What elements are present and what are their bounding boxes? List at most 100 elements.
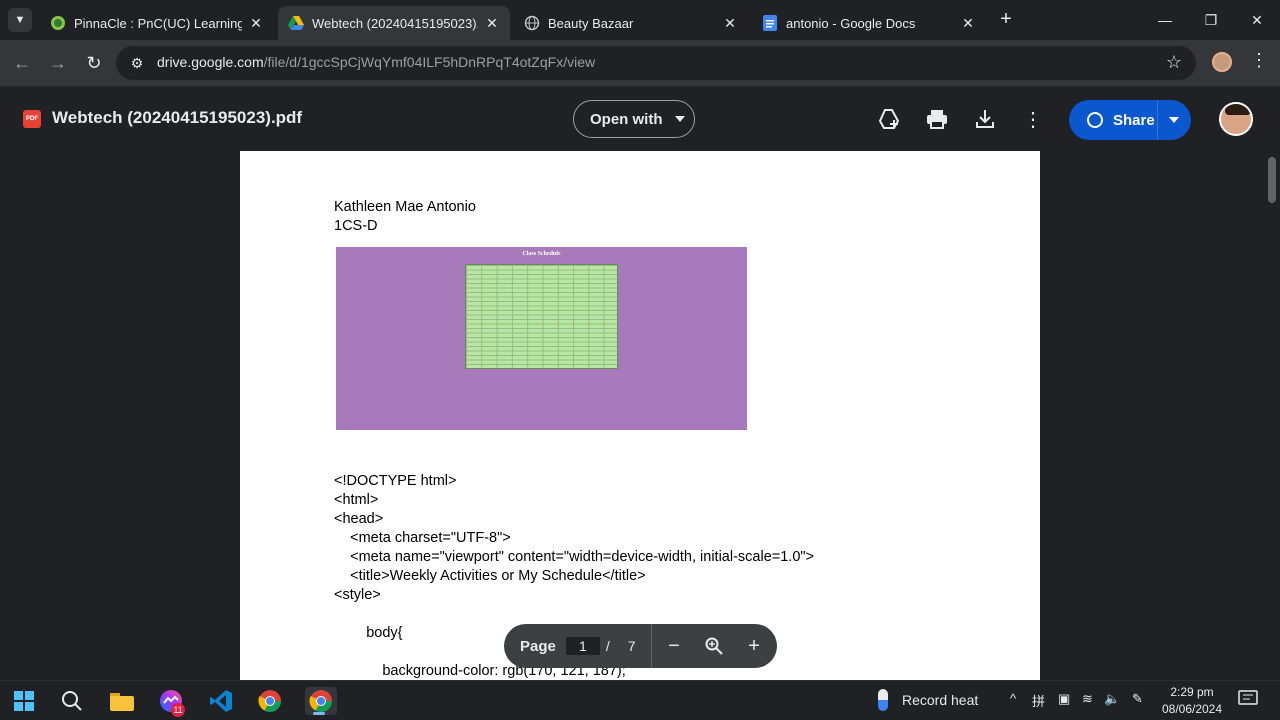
drive-icon — [288, 15, 304, 31]
page-number-input[interactable]: 1 — [565, 637, 600, 655]
site-settings-icon[interactable]: ⚙ — [128, 54, 146, 72]
zoom-out-icon[interactable]: − — [663, 635, 685, 657]
page-total: 7 — [627, 638, 636, 654]
forward-button[interactable]: → — [45, 50, 71, 76]
close-icon[interactable]: ✕ — [484, 15, 500, 31]
notification-icon[interactable] — [1238, 690, 1260, 712]
code-line: <!DOCTYPE html> — [334, 473, 457, 489]
clock-date: 08/06/2024 — [1161, 702, 1223, 716]
search-button[interactable] — [58, 687, 86, 715]
search-icon — [62, 691, 82, 711]
more-options-icon[interactable]: ⋮ — [1020, 106, 1046, 132]
share-label: Share — [1113, 111, 1155, 129]
bookmark-star-icon[interactable]: ☆ — [1166, 52, 1182, 73]
caret-down-icon — [674, 116, 685, 122]
windows-logo-icon — [14, 691, 34, 711]
share-button[interactable]: Share — [1069, 100, 1191, 140]
zoom-fit-icon[interactable] — [703, 635, 725, 657]
code-line: <meta charset="UTF-8"> — [334, 530, 511, 546]
print-icon[interactable] — [924, 106, 950, 132]
page-controls: Page 1 / 7 − + — [504, 624, 777, 668]
tab-search-button[interactable]: ▼ — [8, 8, 32, 32]
volume-icon[interactable]: 🔈 — [1104, 691, 1120, 707]
file-explorer-button[interactable] — [108, 687, 136, 715]
tab-title: PinnaCle : PnC(UC) Learning Ma — [74, 15, 242, 31]
folder-icon — [110, 693, 134, 711]
open-with-button[interactable]: Open with — [573, 100, 695, 138]
control-divider — [651, 624, 652, 668]
messenger-button[interactable]: 11 — [157, 687, 185, 717]
minimize-button[interactable]: — — [1142, 0, 1188, 40]
browser-toolbar: ← → ↻ ⚙ drive.google.com/file/d/1gccSpCj… — [0, 40, 1280, 86]
reload-icon: ↻ — [86, 52, 102, 73]
tab-strip: ▼ PinnaCle : PnC(UC) Learning Ma ✕ Webte… — [0, 0, 1280, 40]
close-icon[interactable]: ✕ — [248, 15, 264, 31]
pdf-file-icon: PDF — [23, 110, 41, 128]
back-button[interactable]: ← — [9, 50, 35, 76]
chrome-profile-button[interactable] — [305, 687, 337, 715]
close-window-button[interactable]: ✕ — [1234, 0, 1280, 40]
tab-google-docs[interactable]: antonio - Google Docs ✕ — [752, 6, 986, 40]
tab-beauty-bazaar[interactable]: Beauty Bazaar ✕ — [514, 6, 748, 40]
vertical-scrollbar[interactable] — [1268, 157, 1276, 203]
file-title: Webtech (20240415195023).pdf — [52, 108, 303, 127]
windows-taskbar: 11 Record heat ^ 拼 ▣ ≋ 🔈 ✎ 2:29 pm 08/06… — [0, 680, 1280, 720]
wifi-icon[interactable]: ≋ — [1082, 691, 1093, 707]
share-dropdown-icon[interactable] — [1169, 117, 1179, 123]
code-line: <title>Weekly Activities or My Schedule<… — [334, 568, 646, 584]
url-text[interactable]: drive.google.com/file/d/1gccSpCjWqYmf04I… — [157, 54, 595, 70]
notification-badge: 11 — [171, 703, 185, 717]
chrome-icon — [309, 690, 332, 712]
close-icon[interactable]: ✕ — [722, 15, 738, 31]
close-icon[interactable]: ✕ — [960, 15, 976, 31]
share-divider — [1157, 100, 1158, 140]
open-with-label: Open with — [590, 110, 663, 128]
globe-icon — [1087, 112, 1103, 128]
code-line: <head> — [334, 511, 384, 527]
start-button[interactable] — [10, 687, 38, 715]
reload-button[interactable]: ↻ — [81, 50, 107, 76]
ime-icon[interactable]: 拼 — [1032, 691, 1045, 710]
schedule-table-thumbnail — [465, 264, 618, 369]
address-bar[interactable]: ⚙ drive.google.com/file/d/1gccSpCjWqYmf0… — [116, 46, 1196, 80]
viewer-header: PDF Webtech (20240415195023).pdf Open wi… — [0, 86, 1280, 151]
active-indicator — [313, 712, 325, 715]
download-icon[interactable] — [972, 106, 998, 132]
arrow-left-icon: ← — [13, 52, 31, 73]
code-line: <meta name="viewport" content="width=dev… — [334, 549, 815, 565]
add-to-drive-icon[interactable] — [876, 106, 902, 132]
pinnacle-icon — [50, 15, 66, 31]
page-label: Page — [520, 637, 556, 655]
thermometer-icon — [878, 689, 888, 711]
arrow-right-icon: → — [49, 52, 67, 73]
meet-icon[interactable]: ▣ — [1058, 691, 1070, 707]
zoom-in-icon[interactable]: + — [743, 635, 765, 657]
globe-icon — [524, 15, 540, 31]
restore-button[interactable]: ❐ — [1188, 0, 1234, 40]
tab-title: Beauty Bazaar — [548, 15, 634, 31]
tab-webtech-pdf[interactable]: Webtech (20240415195023).pdf ✕ — [278, 6, 510, 40]
weather-widget[interactable]: Record heat — [878, 689, 978, 711]
author-section: 1CS-D — [334, 218, 378, 234]
pdf-viewer: Kathleen Mae Antonio 1CS-D Class Schedul… — [0, 151, 1280, 680]
author-name: Kathleen Mae Antonio — [334, 199, 476, 215]
new-tab-button[interactable]: + — [996, 9, 1016, 30]
vscode-icon — [210, 690, 232, 712]
chrome-icon — [258, 690, 281, 712]
page-separator: / — [605, 638, 610, 654]
chevron-down-icon: ▼ — [14, 14, 26, 26]
pen-icon[interactable]: ✎ — [1132, 691, 1143, 707]
chrome-button[interactable] — [256, 687, 284, 715]
profile-avatar[interactable] — [1212, 52, 1232, 72]
tab-title: antonio - Google Docs — [786, 15, 916, 31]
tab-pinnacle[interactable]: PinnaCle : PnC(UC) Learning Ma ✕ — [40, 6, 274, 40]
vscode-button[interactable] — [207, 687, 235, 715]
tab-title: Webtech (20240415195023).pdf — [312, 15, 478, 31]
code-line: body{ — [334, 625, 403, 641]
clock-time: 2:29 pm — [1170, 685, 1214, 699]
weather-text: Record heat — [902, 692, 979, 708]
chevron-up-icon[interactable]: ^ — [1010, 691, 1016, 706]
system-clock[interactable]: 2:29 pm 08/06/2024 — [1160, 684, 1224, 718]
account-avatar[interactable] — [1219, 102, 1253, 136]
chrome-menu-icon[interactable]: ⋮ — [1250, 50, 1268, 71]
